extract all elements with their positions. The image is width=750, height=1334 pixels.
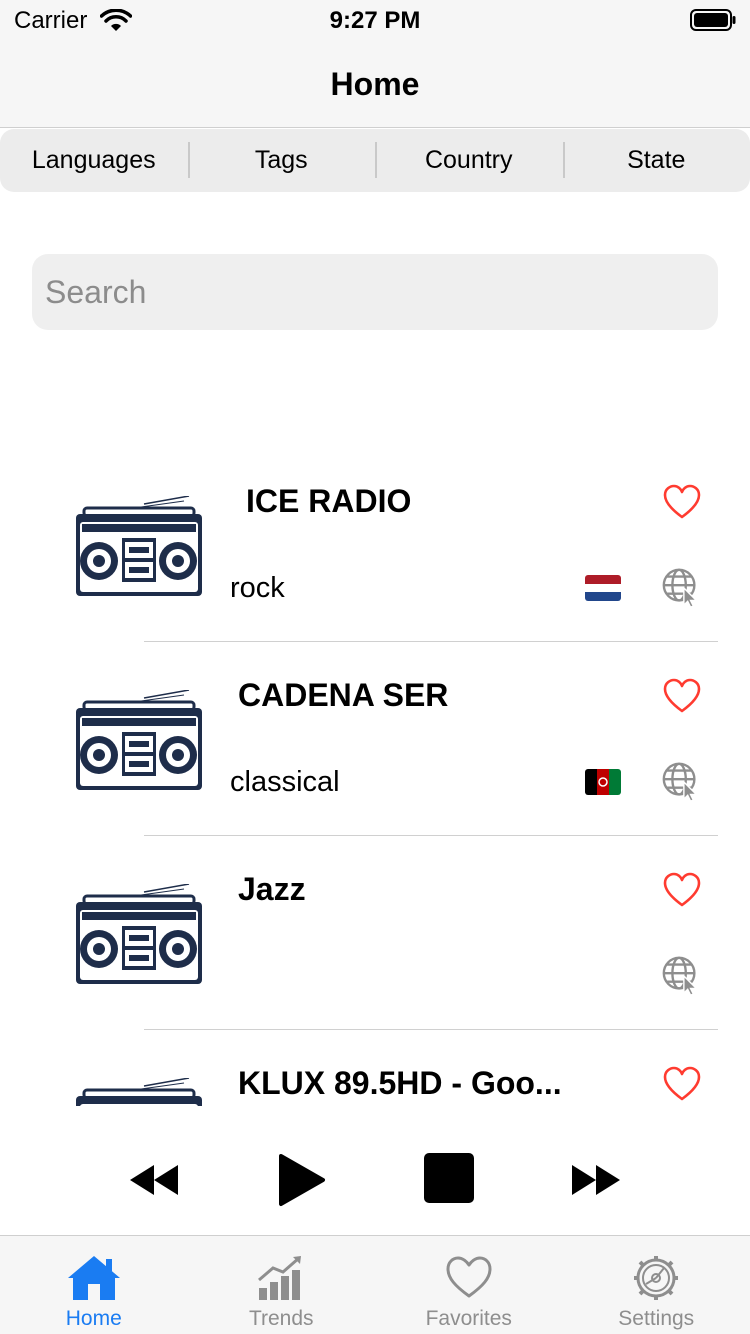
boombox-image [74,884,204,984]
segment-state[interactable]: State [562,129,750,192]
fast-forward-icon[interactable] [570,1163,622,1197]
search-input[interactable]: Search [32,254,718,330]
page-title: Home [330,66,420,102]
tab-bar: Home Trends Favorites Settings [0,1235,750,1334]
tab-trends[interactable]: Trends [188,1236,376,1334]
favorite-heart-icon[interactable] [663,678,701,714]
play-icon[interactable] [278,1153,326,1207]
station-row[interactable]: CADENA SER classical [0,642,750,836]
station-name: Jazz [238,871,306,907]
filter-segmented-control: Languages Tags Country State [0,129,750,192]
station-genre: classical [230,766,340,798]
segment-languages[interactable]: Languages [0,129,188,192]
station-row[interactable]: ICE RADIO rock [0,448,750,642]
website-globe-icon[interactable] [660,761,702,803]
station-list: ICE RADIO rock CADENA SER classical Jazz [0,448,750,1106]
player-controls [0,1140,750,1220]
tab-settings[interactable]: Settings [563,1236,750,1334]
favorite-heart-icon[interactable] [663,484,701,520]
boombox-image [74,1078,204,1106]
stop-icon[interactable] [424,1153,474,1203]
tab-label: Home [65,1307,122,1330]
tab-label: Settings [618,1307,695,1330]
navigation-bar: Home [0,40,750,128]
favorite-heart-icon[interactable] [663,872,701,908]
boombox-image [74,690,204,790]
station-row[interactable]: KLUX 89.5HD - Goo... [0,1030,750,1106]
website-globe-icon[interactable] [660,567,702,609]
segment-tags[interactable]: Tags [187,129,376,192]
chart-icon [258,1256,302,1300]
website-globe-icon[interactable] [660,955,702,997]
gear-icon [634,1256,679,1300]
afghanistan-flag-icon [585,769,621,795]
netherlands-flag-icon [585,575,621,601]
heart-icon [446,1256,492,1298]
rewind-icon[interactable] [128,1163,180,1197]
favorite-heart-icon[interactable] [663,1066,701,1102]
tab-label: Trends [248,1307,314,1330]
status-bar: Carrier 9:27 PM [0,0,750,40]
status-time: 9:27 PM [329,7,421,34]
tab-label: Favorites [425,1307,512,1330]
battery-icon [690,9,736,31]
station-name: KLUX 89.5HD - Goo... [238,1065,562,1101]
station-row[interactable]: Jazz [0,836,750,1030]
tab-favorites[interactable]: Favorites [375,1236,563,1334]
station-genre: rock [230,572,285,604]
boombox-image [74,496,204,596]
segment-country[interactable]: Country [375,129,563,192]
station-name: ICE RADIO [246,483,412,519]
tab-home[interactable]: Home [0,1236,188,1334]
house-icon [67,1256,120,1300]
station-name: CADENA SER [238,677,449,713]
